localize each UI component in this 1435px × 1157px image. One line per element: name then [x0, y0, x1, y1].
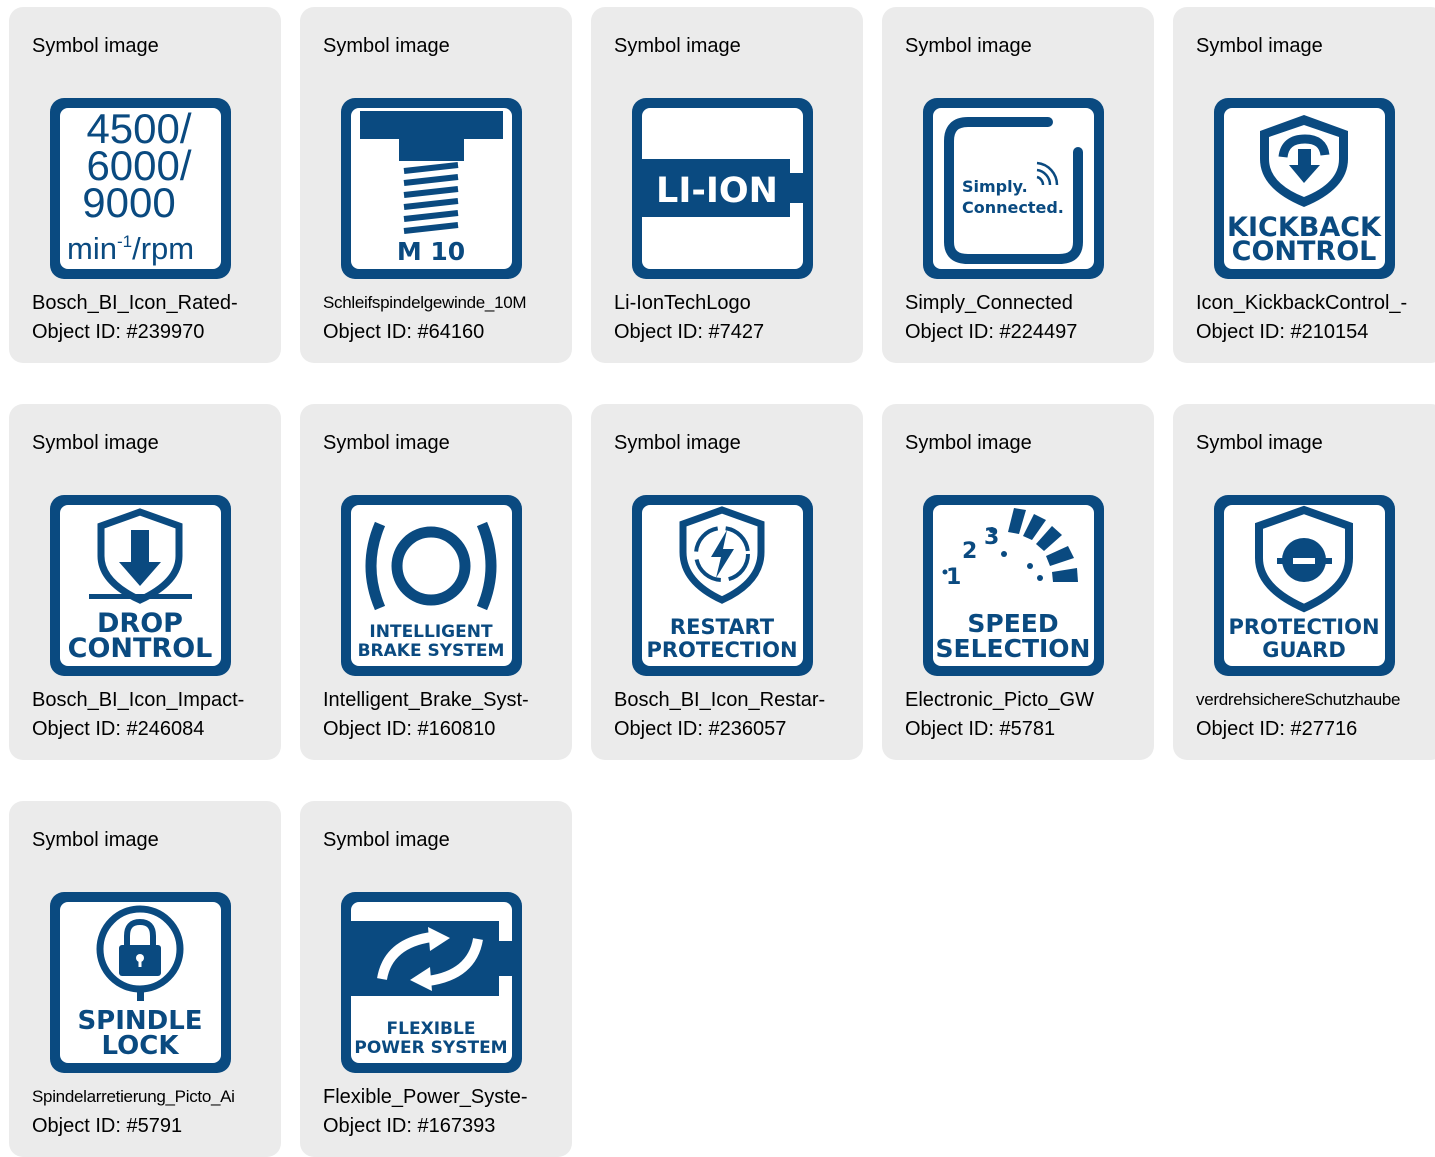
card-caption: Symbol image — [905, 432, 1032, 454]
symbol-card[interactable]: Symbol image DROP CONTROL Bosch_BI_Icon_… — [9, 404, 281, 760]
object-id: Object ID: #5781 — [905, 718, 1056, 740]
card-caption: Symbol image — [614, 432, 741, 454]
card-caption: Symbol image — [323, 829, 450, 851]
asset-name: Bosch_BI_Icon_Rated- — [32, 292, 238, 314]
card-caption: Symbol image — [32, 35, 159, 57]
object-id: Object ID: #167393 — [323, 1115, 496, 1137]
asset-name: Spindelarretierung_Picto_Ai — [32, 1087, 235, 1106]
card-caption: Symbol image — [323, 432, 450, 454]
drop-control-icon: DROP CONTROL — [49, 494, 232, 677]
symbol-card[interactable]: Symbol image 4500/ 6000/ 9000 min-1/rpm … — [9, 7, 281, 363]
kickback-control-icon: KICKBACK CONTROL — [1213, 97, 1396, 280]
spindle-lock-icon: SPINDLE LOCK — [49, 891, 232, 1074]
object-id: Object ID: #224497 — [905, 321, 1078, 343]
svg-text:Simply.: Simply. — [962, 177, 1028, 196]
object-id: Object ID: #239970 — [32, 321, 205, 343]
flexible-power-icon: FLEXIBLE POWER SYSTEM — [340, 891, 523, 1074]
symbol-card[interactable]: Symbol image SPINDLE LOCK Spindelarretie… — [9, 801, 281, 1157]
svg-text:Connected.: Connected. — [962, 198, 1064, 217]
rated-speed-icon: 4500/ 6000/ 9000 min-1/rpm — [49, 97, 232, 280]
object-id: Object ID: #7427 — [614, 321, 765, 343]
card-caption: Symbol image — [614, 35, 741, 57]
svg-text:PROTECTION: PROTECTION — [646, 638, 797, 662]
svg-text:CONTROL: CONTROL — [1232, 236, 1377, 267]
symbol-card[interactable]: Symbol image RESTART PROTECTION Bosch_BI… — [591, 404, 863, 760]
asset-name: Flexible_Power_Syste- — [323, 1086, 528, 1108]
card-caption: Symbol image — [1196, 35, 1323, 57]
symbol-card[interactable]: Symbol image INTELLIGENT BRAKE SYSTEM In… — [300, 404, 572, 760]
asset-name: Li-IonTechLogo — [614, 292, 751, 314]
asset-name: Simply_Connected — [905, 292, 1073, 314]
svg-text:POWER SYSTEM: POWER SYSTEM — [354, 1038, 507, 1058]
asset-name: Intelligent_Brake_Syst- — [323, 689, 529, 711]
svg-text:RESTART: RESTART — [670, 615, 775, 639]
asset-name: Bosch_BI_Icon_Impact- — [32, 689, 245, 711]
svg-text:9000: 9000 — [82, 179, 175, 226]
asset-name: Icon_KickbackControl_- — [1196, 292, 1408, 314]
asset-name: Schleifspindelgewinde_10M — [323, 293, 527, 312]
svg-text:2: 2 — [962, 539, 977, 564]
svg-text:LI-ION: LI-ION — [656, 171, 778, 211]
object-id: Object ID: #246084 — [32, 718, 205, 740]
symbol-card[interactable]: Symbol image Simply. Connected. Simply_C… — [882, 7, 1154, 363]
symbol-card[interactable]: Symbol image PROTECTION GUARD verdrehsic… — [1173, 404, 1435, 760]
symbol-card[interactable]: Symbol image FLEXIBLE POWER SYSTEM Flexi… — [300, 801, 572, 1157]
svg-text:3: 3 — [984, 525, 999, 550]
protection-guard-icon: PROTECTION GUARD — [1213, 494, 1396, 677]
object-id: Object ID: #160810 — [323, 718, 496, 740]
symbol-card[interactable]: Symbol image M 10 Schleifspindelgewinde_… — [300, 7, 572, 363]
intelligent-brake-icon: INTELLIGENT BRAKE SYSTEM — [340, 494, 523, 677]
symbol-card[interactable]: Symbol image 1 2 3 SPEED SELECTION Elect… — [882, 404, 1154, 760]
svg-text:M 10: M 10 — [397, 237, 465, 266]
svg-text:PROTECTION: PROTECTION — [1228, 615, 1379, 639]
svg-text:BRAKE SYSTEM: BRAKE SYSTEM — [358, 641, 505, 661]
symbol-card[interactable]: Symbol image KICKBACK CONTROL Icon_Kickb… — [1173, 7, 1435, 363]
svg-text:INTELLIGENT: INTELLIGENT — [369, 622, 493, 642]
object-id: Object ID: #5791 — [32, 1115, 183, 1137]
card-caption: Symbol image — [1196, 432, 1323, 454]
svg-text:FLEXIBLE: FLEXIBLE — [387, 1019, 476, 1039]
spindle-thread-icon: M 10 — [340, 97, 523, 280]
svg-text:1: 1 — [946, 565, 961, 590]
object-id: Object ID: #210154 — [1196, 321, 1369, 343]
object-id: Object ID: #27716 — [1196, 718, 1358, 740]
svg-text:SELECTION: SELECTION — [936, 634, 1091, 663]
li-ion-battery-icon: LI-ION — [631, 97, 814, 280]
speed-selection-icon: 1 2 3 SPEED SELECTION — [922, 494, 1105, 677]
object-id: Object ID: #236057 — [614, 718, 787, 740]
card-caption: Symbol image — [905, 35, 1032, 57]
card-caption: Symbol image — [323, 35, 450, 57]
card-caption: Symbol image — [32, 432, 159, 454]
svg-text:LOCK: LOCK — [102, 1031, 180, 1061]
asset-name: Bosch_BI_Icon_Restar- — [614, 689, 826, 711]
symbol-card[interactable]: Symbol image LI-ION Li-IonTechLogo Objec… — [591, 7, 863, 363]
asset-name: verdrehsichereSchutzhaube — [1196, 690, 1401, 709]
svg-text:GUARD: GUARD — [1262, 638, 1346, 662]
asset-name: Electronic_Picto_GW — [905, 689, 1094, 711]
simply-connected-icon: Simply. Connected. — [922, 97, 1105, 280]
svg-text:CONTROL: CONTROL — [68, 633, 213, 664]
card-caption: Symbol image — [32, 829, 159, 851]
restart-protection-icon: RESTART PROTECTION — [631, 494, 814, 677]
object-id: Object ID: #64160 — [323, 321, 485, 343]
